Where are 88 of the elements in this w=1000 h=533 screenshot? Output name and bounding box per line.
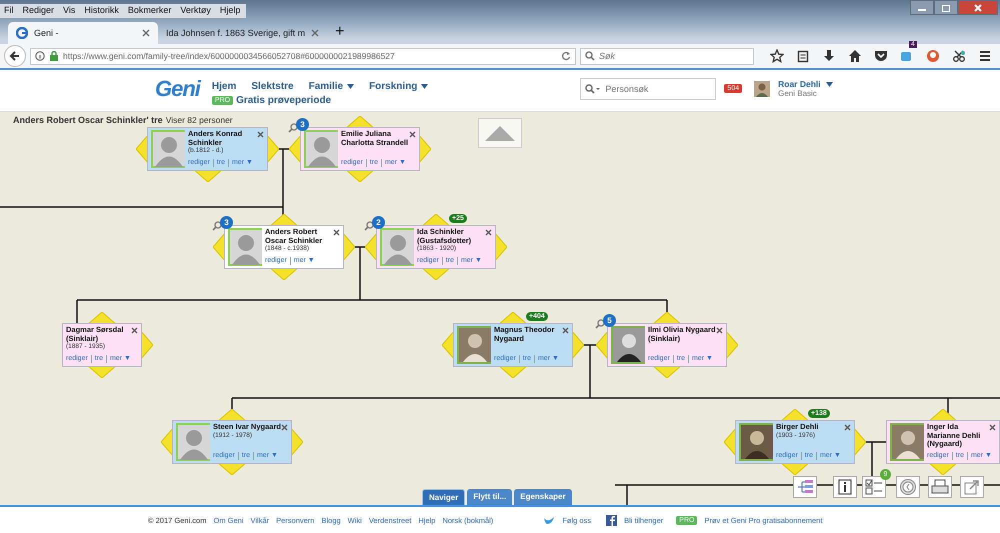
avatar-icon[interactable]	[754, 80, 770, 96]
silhouette-icon	[151, 130, 185, 168]
caret-icon	[347, 84, 354, 89]
nav-link[interactable]: Forskning	[369, 81, 428, 92]
browser-tab[interactable]: Ida Johnsen f. 1863 Sverige, gift m	[158, 22, 328, 44]
close-icon[interactable]	[311, 29, 320, 37]
info-button[interactable]	[833, 476, 857, 498]
share-button[interactable]	[960, 476, 984, 498]
caret-icon	[421, 84, 428, 89]
panel-tab[interactable]: Egenskaper	[514, 489, 572, 505]
magnifier-icon[interactable]	[288, 123, 298, 133]
tree-title: Anders Robert Oscar Schinkler' tre	[13, 115, 163, 125]
menu-icon[interactable]	[978, 49, 992, 63]
scroll-up-button[interactable]	[478, 118, 522, 148]
search-field[interactable]: Søk	[580, 48, 754, 64]
trial-link[interactable]: Gratis prøveperiode	[236, 95, 332, 106]
address-bar[interactable]: https://www.geni.com/family-tree/index/6000000034566052708#6000000021989986527	[30, 48, 576, 64]
silhouette-icon	[304, 130, 338, 168]
favicon-icon	[16, 27, 28, 39]
user-name[interactable]: Roar Dehli	[778, 79, 833, 89]
person-search-field[interactable]: Personsøk	[580, 78, 716, 100]
close-icon[interactable]	[562, 327, 569, 334]
history-button[interactable]	[896, 476, 920, 498]
close-icon[interactable]	[333, 229, 340, 236]
count-badge[interactable]: 2	[372, 216, 385, 229]
pocket-icon[interactable]	[874, 49, 888, 63]
count-badge[interactable]: 5	[603, 314, 616, 327]
magnifier-icon[interactable]	[364, 221, 374, 231]
close-icon[interactable]	[844, 424, 851, 431]
panel-tab[interactable]: Naviger	[422, 489, 466, 505]
star-icon[interactable]	[770, 49, 784, 63]
menu-item[interactable]: Bokmerker	[128, 5, 172, 16]
silhouette-icon	[228, 228, 262, 266]
geni-logo[interactable]: Geni	[155, 76, 200, 102]
menu-item[interactable]: Vis	[63, 5, 76, 16]
nav-link[interactable]: Slektstre	[251, 81, 294, 92]
magnifier-icon[interactable]	[212, 221, 222, 231]
nav-link[interactable]: Familie	[308, 81, 354, 92]
browser-tab[interactable]: Geni -	[8, 22, 158, 44]
search-icon[interactable]	[585, 84, 602, 94]
close-icon[interactable]	[257, 131, 264, 138]
printer-icon	[931, 479, 949, 495]
facebook-icon[interactable]	[606, 514, 618, 526]
menu-item[interactable]: Verktøy	[180, 5, 211, 16]
new-tab-button[interactable]: +	[327, 23, 352, 44]
close-icon[interactable]	[989, 424, 996, 431]
external-link-icon	[964, 479, 980, 495]
reload-icon[interactable]	[561, 51, 571, 61]
menu-item[interactable]: Rediger	[22, 5, 54, 16]
search-icon	[585, 51, 595, 61]
panel-tab[interactable]: Flytt til...	[467, 489, 512, 505]
nav-link[interactable]: Hjem	[212, 81, 236, 92]
count-badge[interactable]: 3	[296, 118, 309, 131]
close-icon[interactable]	[716, 327, 723, 334]
menu-item[interactable]: Historikk	[84, 5, 119, 16]
clipboard-icon[interactable]	[796, 49, 810, 63]
menu-item[interactable]: Fil	[4, 5, 14, 16]
info-icon	[837, 479, 853, 495]
silhouette-icon	[176, 423, 210, 461]
url-text: https://www.geni.com/family-tree/index/6000000034566052708#6000000021989986527	[63, 51, 396, 61]
close-icon[interactable]	[142, 29, 150, 37]
extension-icon[interactable]	[900, 49, 914, 63]
maximize-icon[interactable]	[941, 2, 951, 12]
checklist-icon	[865, 479, 883, 495]
count-badge[interactable]: 3	[220, 216, 233, 229]
silhouette-icon	[380, 228, 414, 266]
close-icon[interactable]	[131, 327, 138, 334]
close-icon[interactable]	[281, 424, 288, 431]
bird-icon[interactable]	[543, 515, 556, 525]
person-count: Viser 82 personer	[166, 115, 233, 125]
user-plan: Geni Basic	[778, 89, 818, 98]
print-button[interactable]	[928, 476, 952, 498]
caret-icon	[826, 82, 833, 86]
tree-icon	[796, 479, 814, 495]
info-icon[interactable]	[35, 51, 45, 61]
lock-icon	[49, 51, 59, 61]
back-icon[interactable]	[9, 50, 21, 62]
close-icon[interactable]	[485, 229, 492, 236]
history-icon	[899, 478, 917, 496]
menu-item[interactable]: Hjelp	[220, 5, 240, 16]
magnifier-icon[interactable]	[595, 319, 605, 329]
close-icon[interactable]	[409, 131, 416, 138]
home-icon[interactable]	[848, 49, 862, 63]
checklist-button[interactable]	[862, 476, 886, 498]
download-icon[interactable]	[822, 49, 836, 63]
tree-view-button[interactable]	[793, 476, 817, 498]
scissors-icon[interactable]	[952, 49, 966, 63]
triangle-icon	[483, 124, 517, 142]
